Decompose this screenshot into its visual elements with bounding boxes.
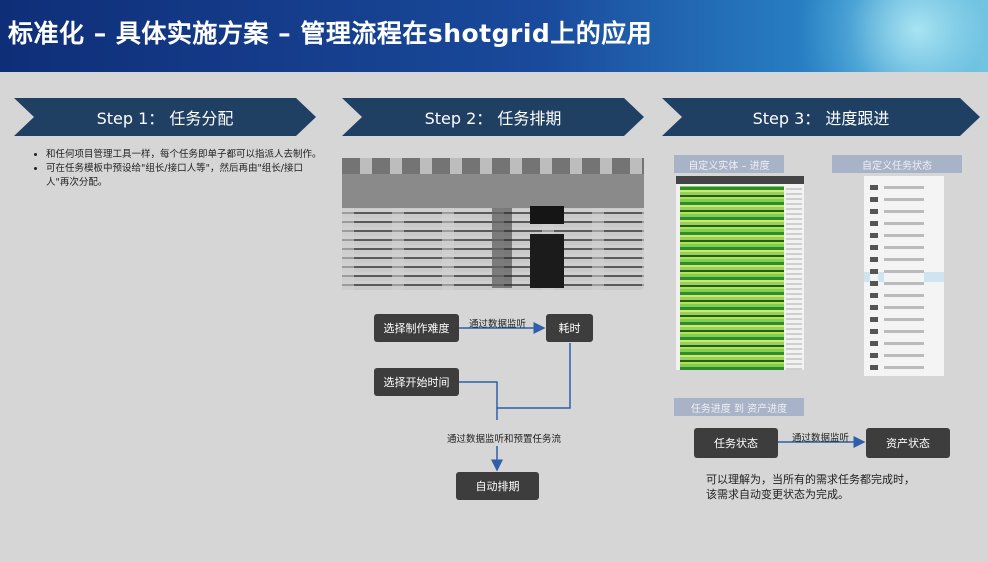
task-to-asset-progress-pill: 任务进度 到 资产进度	[674, 398, 804, 416]
select-difficulty-box: 选择制作难度	[374, 314, 459, 342]
connector-start-to-merge	[459, 381, 498, 420]
task-status-label: 任务状态	[714, 437, 758, 450]
progress-screenshot-toolbar	[676, 176, 804, 184]
progress-screenshot-side	[786, 186, 802, 370]
custom-entity-progress-pill: 自定义实体 – 进度	[674, 155, 784, 173]
task-to-asset-progress-label: 任务进度 到 资产进度	[690, 403, 788, 415]
custom-entity-progress-label: 自定义实体 – 进度	[688, 160, 770, 172]
asset-status-label: 资产状态	[886, 437, 930, 450]
note-line-2: 该需求自动变更状态为完成。	[706, 488, 849, 501]
status-list-text	[884, 181, 924, 369]
connector-duration-down	[497, 343, 571, 409]
task-status-box: 任务状态	[694, 428, 778, 458]
custom-task-status-pill: 自定义任务状态	[832, 155, 962, 173]
status-list-screenshot	[864, 176, 944, 376]
step-3-monitor-label: 通过数据监听	[792, 433, 850, 444]
asset-status-box: 资产状态	[866, 428, 950, 458]
step-3-note: 可以理解为，当所有的需求任务都完成时， 该需求自动变更状态为完成。	[706, 472, 915, 502]
note-line-1: 可以理解为，当所有的需求任务都完成时，	[706, 473, 915, 486]
progress-screenshot	[676, 176, 804, 370]
select-difficulty-label: 选择制作难度	[383, 322, 450, 335]
auto-schedule-label: 自动排期	[475, 480, 520, 493]
select-start-label: 选择开始时间	[383, 376, 450, 389]
monitor-preset-label: 通过数据监听和预置任务流	[447, 434, 562, 445]
duration-box: 耗时	[546, 314, 593, 342]
status-list-icons	[870, 180, 878, 370]
progress-screenshot-rows	[680, 186, 784, 370]
monitor-label: 通过数据监听	[469, 319, 527, 330]
duration-label: 耗时	[558, 322, 581, 335]
auto-schedule-box: 自动排期	[456, 472, 539, 500]
select-start-box: 选择开始时间	[374, 368, 459, 396]
custom-task-status-label: 自定义任务状态	[862, 160, 932, 172]
